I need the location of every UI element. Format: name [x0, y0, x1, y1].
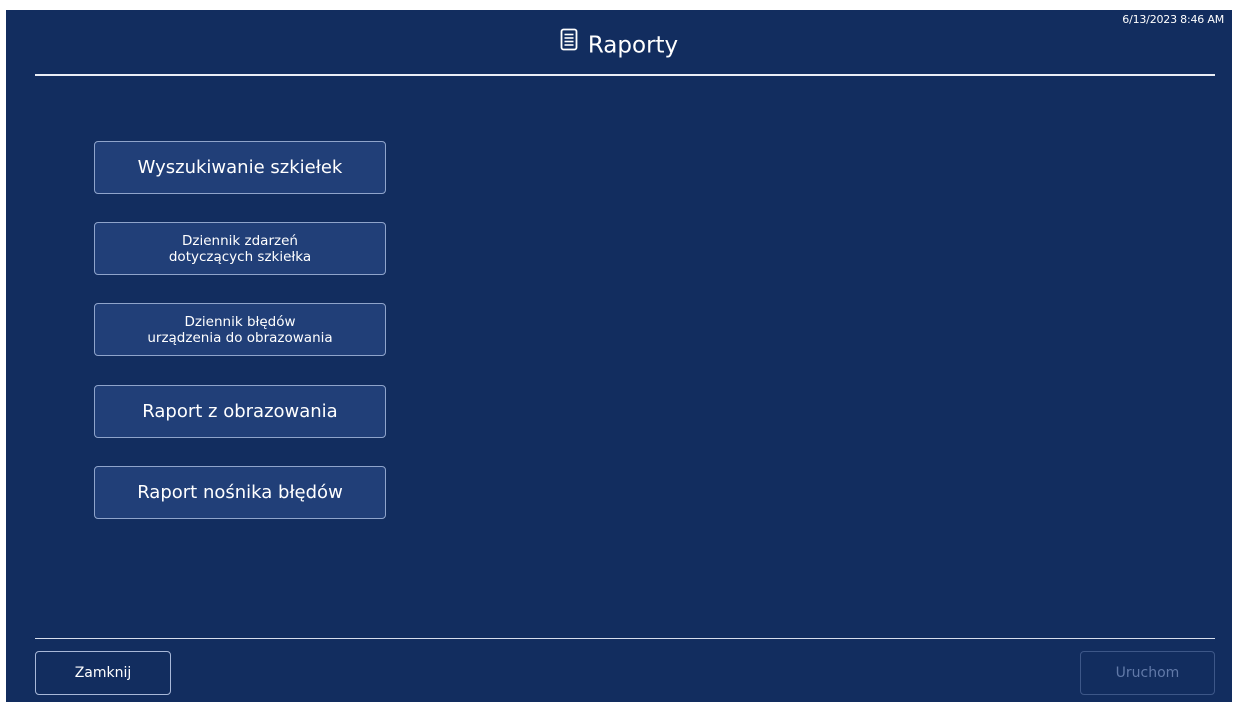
imaging-report-button[interactable]: Raport z obrazowania	[94, 385, 386, 438]
close-button[interactable]: Zamknij	[35, 651, 171, 695]
imager-error-log-label: Dziennik błędów urządzenia do obrazowani…	[147, 313, 333, 346]
close-button-label: Zamknij	[74, 665, 132, 681]
timestamp: 6/13/2023 8:46 AM	[1122, 13, 1224, 26]
imaging-report-label: Raport z obrazowania	[142, 400, 338, 422]
page-title: Raporty	[6, 28, 1232, 63]
run-button[interactable]: Uruchom	[1080, 651, 1215, 695]
page-title-text: Raporty	[587, 32, 679, 59]
run-button-label: Uruchom	[1115, 665, 1180, 681]
slide-search-button[interactable]: Wyszukiwanie szkiełek	[94, 141, 386, 194]
footer-divider	[35, 638, 1215, 639]
slide-event-log-label: Dziennik zdarzeń dotyczących szkiełka	[168, 232, 312, 265]
reports-screen: 6/13/2023 8:46 AM Raporty Wyszukiwanie s…	[6, 10, 1232, 702]
slide-search-label: Wyszukiwanie szkiełek	[137, 156, 343, 178]
error-carrier-report-button[interactable]: Raport nośnika błędów	[94, 466, 386, 519]
slide-event-log-button[interactable]: Dziennik zdarzeń dotyczących szkiełka	[94, 222, 386, 275]
report-document-icon	[560, 27, 578, 61]
error-carrier-report-label: Raport nośnika błędów	[137, 481, 343, 503]
imager-error-log-button[interactable]: Dziennik błędów urządzenia do obrazowani…	[94, 303, 386, 356]
header-divider	[35, 74, 1215, 76]
